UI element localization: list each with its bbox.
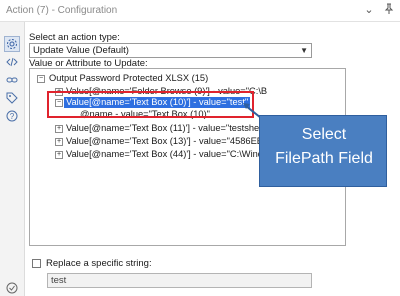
highlight-box: [47, 91, 254, 118]
title-bar: Action (7) - Configuration ⌄: [0, 0, 400, 22]
callout-box: Select FilePath Field: [259, 115, 387, 187]
pin-icon[interactable]: [382, 3, 396, 17]
sidebar: ?: [0, 22, 25, 296]
gear-icon[interactable]: [4, 36, 20, 52]
chevron-down-icon: ▼: [300, 46, 308, 55]
tree-row[interactable]: Value[@name='Text Box (13)'] - value="45…: [66, 136, 268, 147]
tree-row[interactable]: Value[@name='Text Box (11)'] - value="te…: [66, 123, 259, 134]
tree-row[interactable]: Value[@name='Text Box (44)'] - value="C:…: [66, 149, 268, 160]
help-icon[interactable]: ?: [4, 108, 20, 124]
link-icon[interactable]: [4, 72, 20, 88]
action-type-select[interactable]: Update Value (Default) ▼: [29, 43, 312, 58]
callout-line1: Select: [301, 126, 347, 143]
expand-icon[interactable]: +: [55, 125, 63, 133]
expand-icon[interactable]: +: [55, 151, 63, 159]
replace-label: Replace a specific string:: [46, 258, 152, 269]
replace-checkbox[interactable]: [32, 259, 41, 268]
chevron-down-icon[interactable]: ⌄: [362, 3, 376, 17]
svg-text:?: ?: [10, 112, 15, 121]
check-circle-icon: [4, 280, 20, 296]
collapse-icon[interactable]: −: [37, 75, 45, 83]
callout-line2: FilePath Field: [275, 150, 373, 167]
window-title: Action (7) - Configuration: [6, 5, 118, 16]
replace-string-input[interactable]: test: [47, 273, 312, 288]
action-type-value: Update Value (Default): [33, 45, 129, 56]
tree-root[interactable]: Output Password Protected XLSX (15): [49, 73, 208, 84]
action-type-label: Select an action type:: [29, 32, 120, 43]
code-icon[interactable]: [4, 54, 20, 70]
replace-string-value: test: [51, 275, 67, 286]
tag-icon[interactable]: [4, 90, 20, 106]
expand-icon[interactable]: +: [55, 138, 63, 146]
